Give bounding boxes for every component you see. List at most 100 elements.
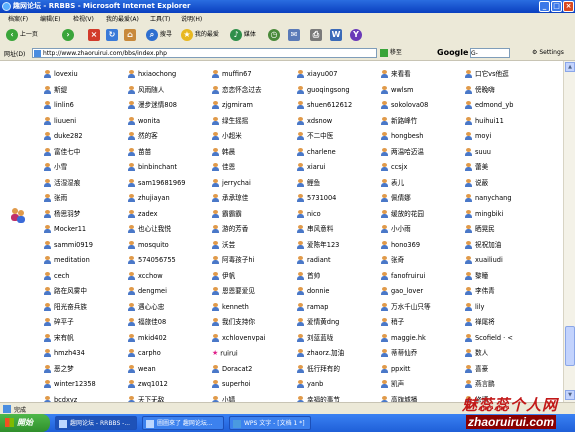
username-link[interactable]: muffin67 [222,70,252,78]
username-link[interactable]: 小雪 [54,163,67,171]
online-user-item[interactable]: dengmei [128,286,167,299]
online-user-item[interactable]: wonita [128,116,160,129]
online-user-item[interactable]: 口它vs他逛 [465,69,509,82]
username-link[interactable]: 爱情黄dng [307,318,339,326]
username-link[interactable]: 福旅佳08 [138,318,166,326]
online-user-item[interactable]: ppxitt [381,364,410,377]
username-link[interactable]: 伊帆 [222,272,235,280]
username-link[interactable]: 宋有帆 [54,334,74,342]
online-user-item[interactable]: 霸霸霸 [212,209,242,222]
username-link[interactable]: meditation [54,256,90,264]
username-link[interactable]: 佳恩 [222,163,235,171]
username-link[interactable]: charlene [307,148,336,156]
settings-button[interactable]: ⚙ Settings [532,49,564,56]
online-user-item[interactable]: xuailiudi [465,255,503,268]
username-link[interactable]: jerrychai [222,179,251,187]
username-link[interactable]: 祝祝加油 [475,241,501,249]
task-wps-writer[interactable]: WPS 文字 - [文档 1 *] [229,416,311,430]
online-user-item[interactable]: 我们支持你 [212,317,255,330]
online-user-item[interactable]: kenneth [212,302,249,315]
username-link[interactable]: liuueni [54,117,76,125]
username-link[interactable]: binbinchant [138,163,177,171]
online-user-item[interactable]: zjgmiram [212,100,253,113]
username-link[interactable]: 富佳七中 [54,148,80,156]
username-link[interactable]: 佩倩娜 [391,194,411,202]
username-link[interactable]: zwq1012 [138,380,168,388]
online-user-item[interactable]: 恋恋怀念过去 [212,85,262,98]
online-user-item[interactable]: 风雨随人 [128,85,164,98]
username-link[interactable]: shuen612612 [307,101,352,109]
username-link[interactable]: 数人 [475,349,488,357]
forward-button[interactable]: › [62,27,74,43]
online-user-item[interactable]: 游的芳香 [212,224,248,237]
username-link[interactable]: 小超米 [222,132,242,140]
online-user-item[interactable]: nanychang [465,193,512,206]
username-link[interactable]: ramap [307,303,328,311]
window-titlebar[interactable]: 趣网论坛 - RRBBS - Microsoft Internet Explor… [0,0,575,13]
username-link[interactable]: cech [54,272,70,280]
online-user-item[interactable]: duke282 [44,131,83,144]
username-link[interactable]: gao_lover [391,287,423,295]
username-link[interactable]: suuu [475,148,491,156]
username-link[interactable]: donnie [307,287,329,295]
username-link[interactable]: 缓放的花园 [391,210,424,218]
online-user-item[interactable]: 杨思羽梦 [44,209,80,222]
username-link[interactable]: 碎平子 [54,318,74,326]
username-link[interactable]: 然的客 [138,132,158,140]
username-link[interactable]: xiarui [307,163,326,171]
online-user-item[interactable]: 小超米 [212,131,242,144]
username-link[interactable]: nanychang [475,194,512,202]
messenger-button[interactable]: Y [350,27,362,43]
username-link[interactable]: xuailiudi [475,256,503,264]
scrollbar-thumb[interactable] [565,326,575,366]
online-user-item[interactable]: liuueni [44,116,76,129]
username-link[interactable]: 漫步迷情808 [138,101,177,109]
username-link[interactable]: 两温哈迈温 [391,148,424,156]
username-link[interactable]: 承承琼佳 [222,194,248,202]
online-user-item[interactable]: 恩恩要爱见 [212,286,255,299]
online-user-item[interactable]: 刘蓝蓝咙 [297,333,333,346]
online-user-item[interactable]: 活湿湿痕 [44,178,80,191]
username-link[interactable]: 阳光奋兵族 [54,303,87,311]
online-user-item[interactable]: 富佳七中 [44,147,80,160]
username-link[interactable]: 禅尾将 [475,318,495,326]
online-user-item[interactable]: 两温哈迈温 [381,147,424,160]
username-link[interactable]: 蒂蒂仙乔 [391,349,417,357]
online-user-item[interactable]: 也心让我悦 [128,224,171,237]
username-link[interactable]: mingbiki [475,210,503,218]
username-link[interactable]: 稍子 [391,318,404,326]
online-user-item[interactable]: superhoi [212,379,251,392]
online-user-item[interactable]: 然的客 [128,131,158,144]
online-user-item[interactable]: ramap [297,302,328,315]
username-link[interactable]: zhaorz.加油 [307,349,344,357]
online-user-item[interactable]: 蒂蒂仙乔 [381,348,417,361]
refresh-button[interactable]: ↻ [106,27,118,43]
start-button[interactable]: 開始 [0,414,50,432]
online-user-item[interactable]: 承承琼佳 [212,193,248,206]
online-user-item[interactable]: 新路峰竹 [381,116,417,129]
online-user-item[interactable]: 阳光奋兵族 [44,302,87,315]
print-button[interactable]: ⎙ [310,27,322,43]
online-user-item[interactable]: 苗苗 [128,147,151,160]
username-link[interactable]: mkid402 [138,334,167,342]
home-button[interactable]: ⌂ [124,27,136,43]
username-link[interactable]: 霸霸霸 [222,210,242,218]
username-link[interactable]: 喜豪 [475,365,488,373]
username-link[interactable]: lovexiu [54,70,78,78]
online-user-item[interactable]: 宋有帆 [44,333,74,346]
online-user-item[interactable]: 小雪 [44,162,67,175]
online-user-item[interactable]: 绿生摇摇 [212,116,248,129]
username-link[interactable]: dengmei [138,287,167,295]
online-user-item[interactable]: zadex [128,209,158,222]
online-user-item[interactable]: lovexiu [44,69,78,82]
back-button[interactable]: ‹ 上一页 [6,27,38,43]
vertical-scrollbar[interactable]: ▲ ▼ [563,61,575,402]
online-user-item[interactable]: 禅尾将 [465,317,495,330]
username-link[interactable]: 凯声 [391,380,404,388]
username-link[interactable]: wonita [138,117,160,125]
online-user-item[interactable]: 黎瞳 [465,271,488,284]
online-user-item[interactable]: 路在风雾中 [44,286,87,299]
online-user-item[interactable]: linlin6 [44,100,74,113]
online-user-item[interactable]: mosquito [128,240,169,253]
online-user-item[interactable]: moyi [465,131,491,144]
